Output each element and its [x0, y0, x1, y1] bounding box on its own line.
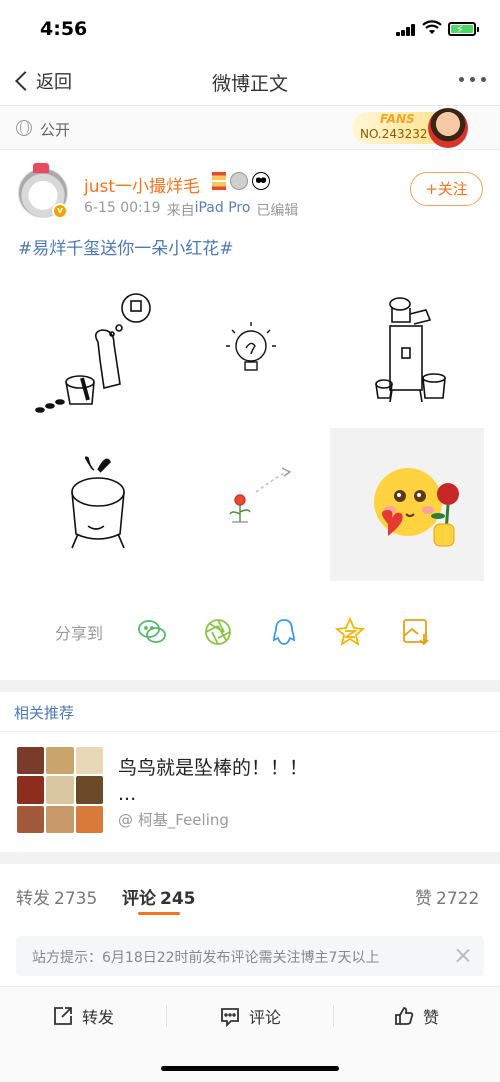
more-icon[interactable] — [459, 77, 486, 82]
repost-icon — [54, 1007, 72, 1025]
post-image-1[interactable] — [18, 274, 172, 427]
post-image-4[interactable] — [18, 428, 172, 581]
wifi-icon — [422, 20, 442, 36]
panda-icon[interactable] — [252, 172, 270, 190]
follow-button[interactable]: +关注 — [410, 172, 483, 206]
edited-label[interactable]: 已编辑 — [256, 200, 298, 220]
hashtag-link[interactable]: #易烊千玺送你一朵小红花# — [18, 234, 234, 259]
post-image-3[interactable] — [330, 274, 484, 427]
recommend-title: 相关推荐 — [14, 704, 75, 722]
verified-badge-icon: v — [52, 203, 68, 219]
username[interactable]: just一小撮烊毛 — [84, 172, 200, 197]
save-image-icon[interactable] — [400, 616, 432, 648]
post-image-5[interactable] — [174, 428, 328, 581]
image-grid — [0, 268, 500, 588]
medal-icon[interactable] — [230, 172, 248, 190]
hourglass-icon[interactable] — [212, 172, 226, 190]
section-divider — [0, 680, 500, 692]
active-tab-indicator — [138, 912, 180, 915]
post-image-6[interactable] — [330, 428, 484, 581]
recommend-text: 鸟鸟就是坠棒的！！！ — [118, 757, 309, 779]
home-indicator — [161, 1066, 339, 1071]
moments-icon[interactable] — [202, 616, 234, 648]
interaction-tabs: 转发 2735 评论 245 赞 2722 — [0, 864, 500, 920]
recommend-thumbnail — [17, 747, 103, 833]
section-divider-2 — [0, 852, 500, 864]
thumbs-up-icon — [395, 1007, 414, 1025]
recommend-card[interactable]: 鸟鸟就是坠棒的！！！ ... @ 柯基_Feeling — [0, 733, 500, 853]
post-date: 6-15 00:19 — [84, 200, 161, 216]
recommend-ellipsis: ... — [118, 783, 137, 805]
recommend-author[interactable]: @ 柯基_Feeling — [118, 809, 229, 830]
fans-avatar — [428, 108, 468, 148]
globe-icon — [16, 120, 32, 136]
nav-bar: 返回 微博正文 — [0, 56, 500, 106]
post-header: v just一小撮烊毛 6-15 00:19 来自 iPad Pro 已编辑 +… — [0, 150, 500, 230]
post-source[interactable]: iPad Pro — [195, 200, 251, 220]
post-meta: 6-15 00:19 来自 iPad Pro 已编辑 — [84, 200, 298, 220]
fans-number: NO.243232 — [360, 127, 428, 141]
source-prefix: 来自 — [166, 203, 195, 219]
crown-icon — [33, 163, 49, 173]
site-notice: 站方提示：6月18日22时前发布评论需关注博主7天以上 — [16, 936, 484, 976]
battery-icon: ⚡ — [448, 22, 479, 36]
comment-icon — [221, 1008, 239, 1027]
share-row: 分享到 — [0, 604, 500, 656]
share-label: 分享到 — [55, 624, 104, 643]
qzone-icon[interactable] — [334, 616, 366, 648]
page-title: 微博正文 — [211, 73, 288, 95]
close-icon[interactable] — [456, 948, 470, 962]
fans-badge[interactable]: FANS NO.243232 — [352, 108, 468, 148]
tab-comment[interactable]: 评论 245 — [122, 884, 196, 909]
status-time: 4:56 — [40, 18, 88, 40]
wechat-icon[interactable] — [136, 616, 168, 648]
notice-text: 站方提示：6月18日22时前发布评论需关注博主7天以上 — [32, 950, 380, 966]
like-button[interactable]: 赞 — [393, 1001, 439, 1031]
tab-like[interactable]: 赞 2722 — [415, 884, 479, 909]
recommend-header: 相关推荐 — [0, 692, 500, 732]
status-bar: 4:56 ⚡ — [0, 0, 500, 56]
repost-button[interactable]: 转发 — [52, 1001, 114, 1031]
comment-button[interactable]: 评论 — [219, 1001, 281, 1031]
fans-word: FANS — [380, 112, 415, 126]
post-image-2[interactable] — [174, 274, 328, 427]
user-badges — [212, 172, 270, 190]
tab-repost[interactable]: 转发 2735 — [16, 884, 97, 909]
visibility-label: 公开 — [40, 121, 71, 139]
signal-icon — [396, 24, 416, 36]
qq-icon[interactable] — [268, 616, 300, 648]
